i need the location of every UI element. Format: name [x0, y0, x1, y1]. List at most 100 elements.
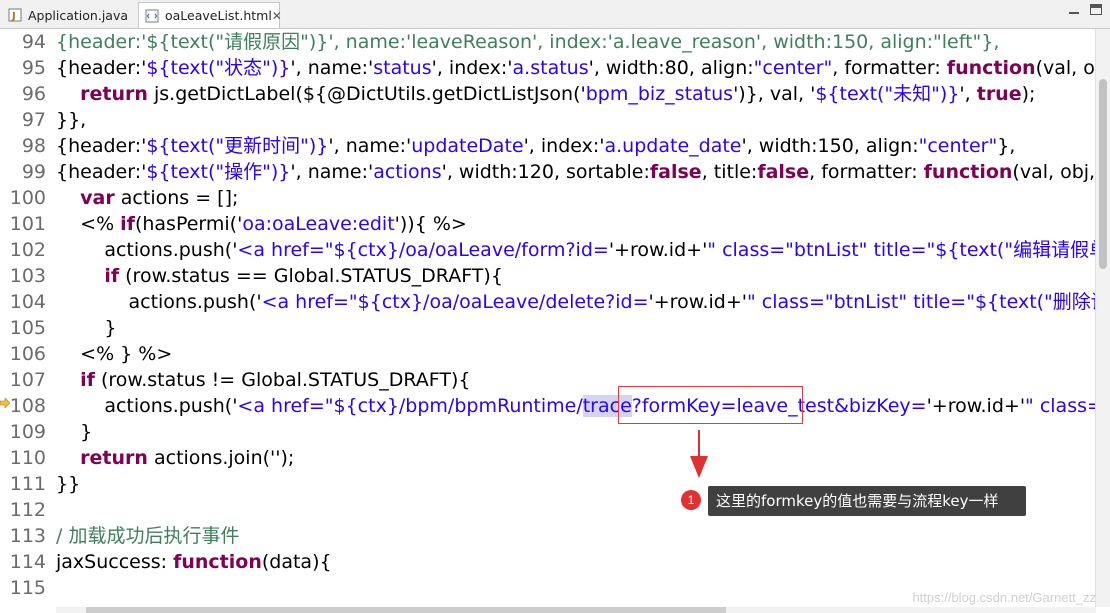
- line-number: 110: [9, 447, 46, 469]
- code-token: {header:': [56, 135, 147, 157]
- code-token: '+row.id+': [608, 239, 708, 261]
- code-token: a.update_date: [604, 135, 742, 157]
- code-token: status: [373, 57, 432, 79]
- line-number: 97: [21, 109, 46, 131]
- line-number: 105: [9, 317, 46, 339]
- code-token: function: [173, 551, 262, 573]
- java-file-icon: J: [8, 8, 22, 22]
- line-number: 104: [9, 291, 46, 313]
- scrollbar-thumb[interactable]: [86, 607, 726, 613]
- code-token: ${text("更新时间")}: [146, 135, 329, 157]
- line-number: 103: [9, 265, 46, 287]
- code-token: ')}, val, ': [733, 83, 816, 105]
- code-token: if: [120, 213, 135, 235]
- line-number: 94: [21, 31, 46, 53]
- code-token: {header:': [56, 57, 147, 79]
- code-line[interactable]: var actions = [];: [56, 185, 238, 211]
- code-line[interactable]: }}: [56, 471, 80, 497]
- code-token: <a href="${ctx}/bpm/bpmRuntime/: [237, 395, 583, 417]
- line-number: 98: [21, 135, 46, 157]
- code-token: function: [923, 161, 1013, 183]
- code-token: return: [80, 447, 148, 469]
- code-token: actions.push(': [56, 395, 238, 417]
- code-token: ', width:150, align:: [741, 135, 919, 157]
- html-file-icon: [145, 9, 159, 22]
- scrollbar-thumb[interactable]: [1099, 79, 1107, 269]
- code-token: }},: [56, 109, 87, 131]
- code-token: actions.join('');: [147, 447, 295, 469]
- maximize-icon[interactable]: [1090, 4, 1102, 15]
- line-number: 99: [21, 161, 46, 183]
- code-line[interactable]: jaxSuccess: function(data){: [56, 549, 332, 575]
- code-token: function: [946, 57, 1036, 79]
- code-line[interactable]: actions.push('<a href="${ctx}/oa/oaLeave…: [56, 289, 1096, 315]
- horizontal-scrollbar[interactable]: [56, 607, 1096, 613]
- code-token: }}: [56, 473, 81, 495]
- tab-oaleavelist-html[interactable]: oaLeaveList.html ✕: [138, 2, 282, 28]
- code-token: "center": [918, 135, 998, 157]
- code-token: },: [997, 135, 1016, 157]
- code-token: actions.push(': [56, 291, 262, 313]
- highlight-box: [618, 386, 803, 424]
- code-token: updateDate: [411, 135, 524, 157]
- code-line[interactable]: {header:'${text("请假原因")}', name:'leaveRe…: [56, 29, 999, 55]
- editor-tab-bar: J Application.java oaLeaveList.html ✕: [0, 0, 1110, 29]
- code-line[interactable]: {header:'${text("更新时间")}', name:'updateD…: [56, 133, 1015, 159]
- code-line[interactable]: <% if(hasPermi('oa:oaLeave:edit')){ %>: [56, 211, 467, 237]
- code-line[interactable]: / 加载成功后执行事件: [56, 523, 239, 549]
- code-token: actions.push(': [56, 239, 238, 261]
- code-line[interactable]: <% } %>: [56, 341, 172, 367]
- code-token: jaxSuccess:: [56, 551, 174, 573]
- code-line[interactable]: if (row.status != Global.STATUS_DRAFT){: [56, 367, 470, 393]
- line-number: 109: [9, 421, 46, 443]
- code-line[interactable]: {header:'${text("状态")}', name:'status', …: [56, 55, 1096, 81]
- code-token: ', width:120, sortable:: [441, 161, 650, 183]
- code-token: ')){ %>: [394, 213, 467, 235]
- code-token: <a href="${ctx}/oa/oaLeave/form?id=: [237, 239, 609, 261]
- code-token: oa:oaLeave:edit: [242, 213, 395, 235]
- code-token: ', name:': [328, 135, 412, 157]
- svg-text:J: J: [11, 11, 16, 22]
- line-number: 111: [9, 473, 46, 495]
- code-line[interactable]: return js.getDictLabel(${@DictUtils.getD…: [56, 81, 1035, 107]
- code-line[interactable]: actions.push('<a href="${ctx}/oa/oaLeave…: [56, 237, 1096, 263]
- code-token: (row.status == Global.STATUS_DRAFT){: [119, 265, 503, 287]
- minimize-icon[interactable]: [1068, 4, 1080, 16]
- code-line[interactable]: if (row.status == Global.STATUS_DRAFT){: [56, 263, 503, 289]
- code-line[interactable]: }},: [56, 107, 86, 133]
- vertical-scrollbar[interactable]: [1095, 29, 1110, 607]
- code-token: js.getDictLabel(${@DictUtils.getDictList…: [147, 83, 586, 105]
- code-line[interactable]: return actions.join('');: [56, 445, 294, 471]
- code-token: actions = [];: [114, 187, 239, 209]
- code-token: if: [80, 369, 95, 391]
- code-line[interactable]: {header:'${text("操作")}', name:'actions',…: [56, 159, 1096, 185]
- code-token: false: [649, 161, 702, 183]
- code-line[interactable]: }: [56, 419, 92, 445]
- line-number: 115: [9, 577, 46, 599]
- code-token: <a href="${ctx}/oa/oaLeave/delete?id=: [261, 291, 649, 313]
- code-token: (val, obj, row,: [1035, 57, 1096, 79]
- line-number: 107: [9, 369, 46, 391]
- code-token: false: [757, 161, 810, 183]
- close-icon[interactable]: ✕: [272, 9, 282, 23]
- code-token: " class="btnList" title="${text("编辑请假单")…: [707, 239, 1096, 261]
- code-line[interactable]: }: [56, 315, 116, 341]
- code-token: ', index:': [523, 135, 605, 157]
- code-token: {header:'${text("请假原因")}', name:'leaveRe…: [56, 31, 1000, 53]
- code-token: (val, obj, row, act: [1012, 161, 1096, 183]
- code-token: " class="btn: [1025, 395, 1096, 417]
- code-token: }: [56, 421, 93, 443]
- code-token: actions: [373, 161, 442, 183]
- line-number: 100: [9, 187, 46, 209]
- code-token: var: [80, 187, 115, 209]
- code-token: (data){: [261, 551, 332, 573]
- code-editor[interactable]: 94 {header:'${text("请假原因")}', name:'leave…: [0, 29, 1096, 607]
- code-line[interactable]: actions.push('<a href="${ctx}/bpm/bpmRun…: [56, 393, 1096, 419]
- line-number: 114: [9, 551, 46, 573]
- code-token: ${text("未知")}: [815, 83, 960, 105]
- tab-application-java[interactable]: J Application.java: [2, 3, 136, 27]
